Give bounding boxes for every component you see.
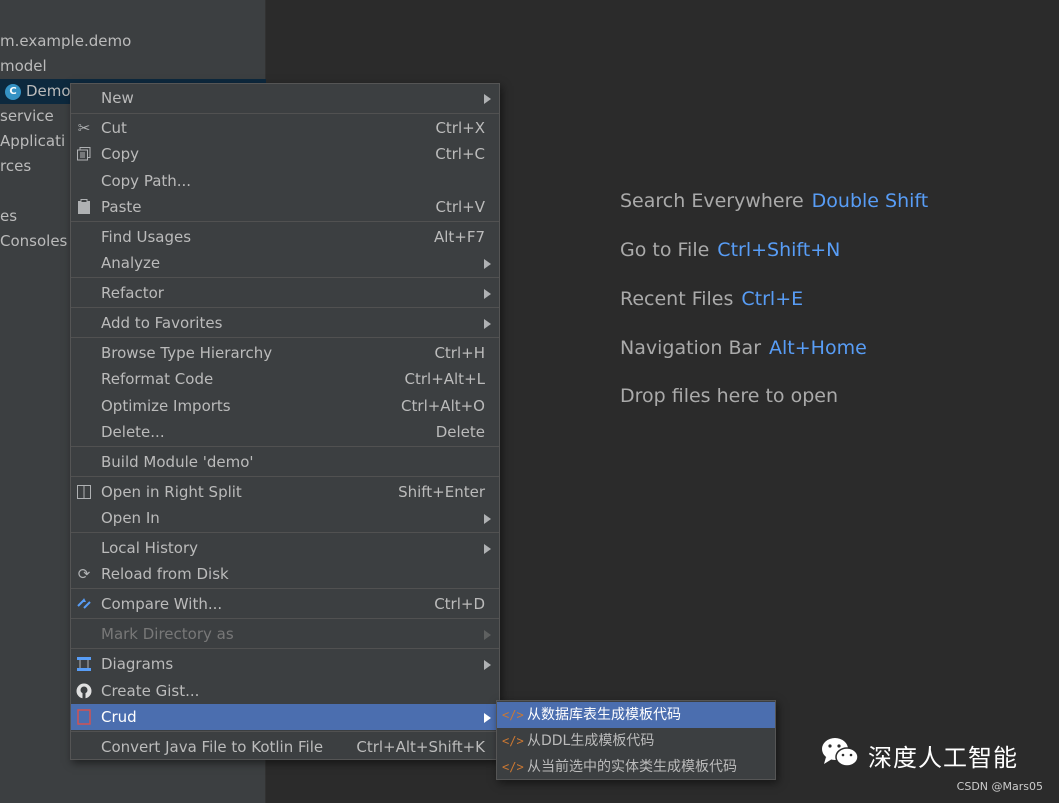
hint-label: Search Everywhere — [620, 190, 804, 212]
menu-item-build-module[interactable]: Build Module 'demo' — [71, 449, 499, 475]
menu-separator — [71, 221, 499, 222]
tree-item-package[interactable]: m.example.demo — [0, 29, 266, 54]
hint-search-everywhere: Search Everywhere Double Shift — [620, 188, 928, 214]
hint-label: Navigation Bar — [620, 337, 762, 359]
submenu-arrow-icon — [484, 319, 491, 329]
menu-separator — [71, 277, 499, 278]
reload-icon: ⟳ — [77, 565, 91, 583]
code-icon: </> — [502, 760, 524, 774]
menu-item-new[interactable]: New — [71, 85, 499, 111]
menu-item-cut[interactable]: ✂ Cut Ctrl+X — [71, 115, 499, 141]
code-icon: </> — [502, 708, 524, 722]
split-icon — [75, 483, 93, 501]
tree-item-label: model — [0, 57, 47, 75]
submenu-item-from-ddl[interactable]: </> 从DDL生成模板代码 — [497, 728, 775, 754]
submenu-item-from-db-table[interactable]: </> 从数据库表生成模板代码 — [497, 702, 775, 728]
menu-item-analyze[interactable]: Analyze — [71, 250, 499, 276]
menu-item-create-gist[interactable]: Create Gist... — [71, 678, 499, 704]
tree-item-label: es — [0, 207, 18, 225]
hint-recent-files: Recent Files Ctrl+E — [620, 286, 803, 312]
menu-separator — [71, 307, 499, 308]
submenu-arrow-icon — [484, 544, 491, 554]
menu-item-diagrams[interactable]: Diagrams — [71, 651, 499, 677]
tree-item-label: rces — [0, 157, 32, 175]
submenu-arrow-icon — [484, 94, 491, 104]
hint-drop-files: Drop files here to open — [620, 383, 838, 409]
context-menu: New ✂ Cut Ctrl+X Copy Ctrl+C Copy Path..… — [70, 83, 500, 760]
hint-shortcut: Alt+Home — [769, 337, 867, 359]
menu-separator — [71, 337, 499, 338]
menu-item-open-in[interactable]: Open In — [71, 505, 499, 531]
hint-shortcut: Double Shift — [811, 190, 929, 212]
diagram-icon — [75, 655, 93, 673]
menu-item-find-usages[interactable]: Find Usages Alt+F7 — [71, 224, 499, 250]
menu-item-delete[interactable]: Delete... Delete — [71, 419, 499, 445]
hint-shortcut: Ctrl+Shift+N — [717, 239, 841, 261]
credit-text: CSDN @Mars05 — [956, 780, 1043, 793]
github-icon — [75, 682, 93, 700]
menu-separator — [71, 113, 499, 114]
tree-item-label: m.example.demo — [0, 32, 132, 50]
menu-separator — [71, 588, 499, 589]
submenu-arrow-icon — [484, 713, 491, 723]
menu-separator — [71, 532, 499, 533]
menu-separator — [71, 476, 499, 477]
submenu-arrow-icon — [484, 289, 491, 299]
menu-item-crud[interactable]: Crud — [71, 704, 499, 730]
submenu-arrow-icon — [484, 259, 491, 269]
tree-item-label: Demo — [26, 82, 71, 100]
hint-label: Recent Files — [620, 288, 734, 310]
menu-item-browse-type-hierarchy[interactable]: Browse Type Hierarchy Ctrl+H — [71, 340, 499, 366]
menu-item-reformat-code[interactable]: Reformat Code Ctrl+Alt+L — [71, 366, 499, 392]
menu-separator — [71, 648, 499, 649]
hint-shortcut: Ctrl+E — [741, 288, 804, 310]
compare-icon — [75, 595, 93, 613]
submenu-item-from-entity[interactable]: </> 从当前选中的实体类生成模板代码 — [497, 754, 775, 780]
menu-separator — [71, 731, 499, 732]
submenu-arrow-icon — [484, 514, 491, 524]
menu-separator — [71, 618, 499, 619]
class-icon: C — [5, 83, 21, 100]
scissors-icon: ✂ — [77, 119, 91, 137]
menu-item-open-in-right-split[interactable]: Open in Right Split Shift+Enter — [71, 479, 499, 505]
menu-separator — [71, 446, 499, 447]
code-icon: </> — [502, 734, 524, 748]
menu-item-copy-path[interactable]: Copy Path... — [71, 168, 499, 194]
tree-item-label: Applicati — [0, 132, 66, 150]
menu-item-optimize-imports[interactable]: Optimize Imports Ctrl+Alt+O — [71, 393, 499, 419]
menu-item-compare-with[interactable]: Compare With... Ctrl+D — [71, 591, 499, 617]
clipboard-icon — [75, 198, 93, 216]
menu-item-local-history[interactable]: Local History — [71, 535, 499, 561]
tree-item-label: Consoles — [0, 232, 68, 250]
menu-item-add-to-favorites[interactable]: Add to Favorites — [71, 310, 499, 336]
tree-item-model[interactable]: model — [0, 54, 266, 79]
menu-item-reload-from-disk[interactable]: ⟳ Reload from Disk — [71, 561, 499, 587]
menu-item-mark-directory-as: Mark Directory as — [71, 621, 499, 647]
hint-go-to-file: Go to File Ctrl+Shift+N — [620, 237, 840, 263]
menu-item-refactor[interactable]: Refactor — [71, 280, 499, 306]
watermark-text: 深度人工智能 — [868, 743, 1018, 772]
copy-icon — [75, 145, 93, 163]
menu-item-copy[interactable]: Copy Ctrl+C — [71, 141, 499, 167]
hint-label: Go to File — [620, 239, 710, 261]
hint-navigation-bar: Navigation Bar Alt+Home — [620, 335, 867, 361]
wechat-icon — [820, 736, 860, 774]
hint-label: Drop files here to open — [620, 385, 839, 407]
submenu-arrow-icon — [484, 630, 491, 640]
crud-icon — [75, 708, 93, 726]
tree-item-label: service — [0, 107, 54, 125]
submenu-arrow-icon — [484, 660, 491, 670]
menu-item-paste[interactable]: Paste Ctrl+V — [71, 194, 499, 220]
watermark: 深度人工智能 — [820, 737, 1018, 773]
crud-submenu: </> 从数据库表生成模板代码 </> 从DDL生成模板代码 </> 从当前选中… — [496, 700, 776, 780]
menu-item-convert-to-kotlin[interactable]: Convert Java File to Kotlin File Ctrl+Al… — [71, 734, 499, 760]
